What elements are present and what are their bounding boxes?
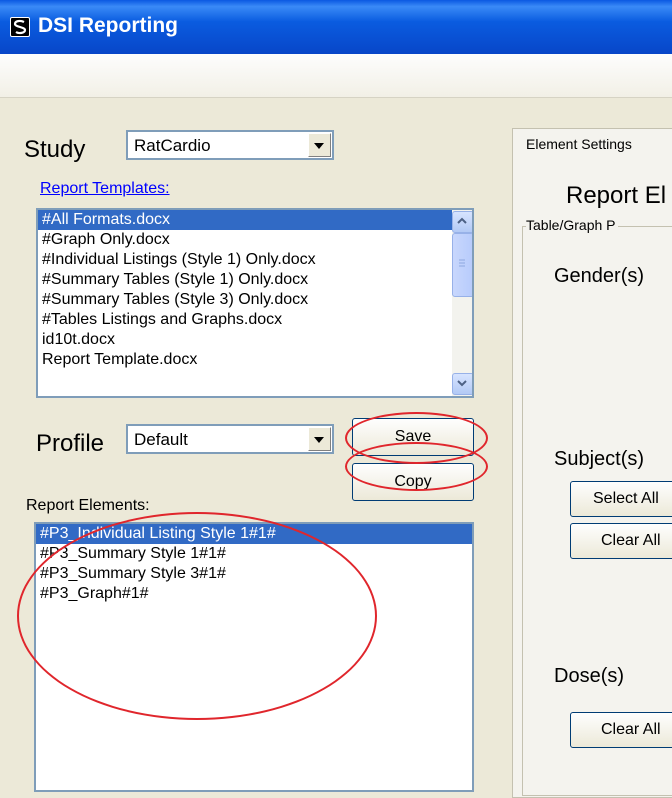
profile-value: Default: [134, 430, 188, 449]
template-item[interactable]: #Individual Listings (Style 1) Only.docx: [38, 250, 472, 270]
chevron-down-icon[interactable]: [308, 133, 331, 157]
profile-label: Profile: [36, 430, 105, 457]
scroll-up-icon[interactable]: [452, 211, 472, 233]
settings-heading: Report El: [566, 182, 667, 209]
report-templates-list[interactable]: #All Formats.docx #Graph Only.docx #Indi…: [36, 208, 474, 398]
dose-clear-all-button[interactable]: Clear All: [570, 712, 672, 748]
report-templates-link[interactable]: Report Templates:: [40, 180, 170, 198]
scroll-down-icon[interactable]: [452, 373, 472, 395]
groupbox-label: Table/Graph P: [526, 217, 618, 233]
template-item[interactable]: id10t.docx: [38, 330, 472, 350]
elements-annotation-circle: [17, 512, 377, 720]
report-elements-label: Report Elements:: [26, 497, 150, 514]
gender-label: Gender(s): [554, 265, 645, 287]
title-bar: DSI Reporting: [0, 0, 672, 54]
chevron-down-icon[interactable]: [308, 427, 331, 451]
clear-all-button[interactable]: Clear All: [570, 523, 672, 559]
menu-bar: [0, 54, 672, 98]
study-label: Study: [24, 136, 86, 163]
template-item[interactable]: Report Template.docx: [38, 350, 472, 370]
window-title: DSI Reporting: [38, 14, 178, 37]
scroll-thumb[interactable]: [452, 233, 472, 297]
subject-label: Subject(s): [554, 448, 645, 470]
select-all-button[interactable]: Select All: [570, 481, 672, 517]
element-settings-tab[interactable]: Element Settings: [526, 136, 632, 152]
study-value: RatCardio: [134, 136, 211, 155]
app-icon: [10, 17, 30, 37]
template-item[interactable]: #Summary Tables (Style 1) Only.docx: [38, 270, 472, 290]
profile-combo[interactable]: Default: [126, 424, 334, 454]
template-item[interactable]: #Tables Listings and Graphs.docx: [38, 310, 472, 330]
study-combo[interactable]: RatCardio: [126, 130, 334, 160]
template-item[interactable]: #Graph Only.docx: [38, 230, 472, 250]
templates-scrollbar[interactable]: [452, 210, 472, 396]
template-item[interactable]: #Summary Tables (Style 3) Only.docx: [38, 290, 472, 310]
copy-annotation-circle: [345, 442, 488, 491]
template-item[interactable]: #All Formats.docx: [38, 210, 472, 230]
dose-label: Dose(s): [554, 665, 625, 687]
